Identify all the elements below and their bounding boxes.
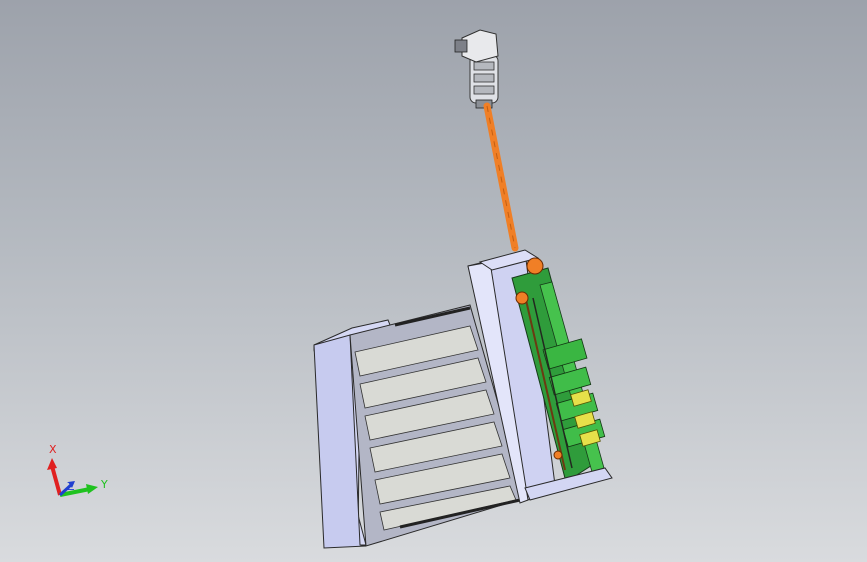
x-axis-icon [50, 465, 62, 496]
orientation-triad: X Y Z [47, 443, 108, 497]
z-axis-label: Z [67, 480, 75, 493]
x-axis-label: X [49, 443, 57, 456]
x-axis-arrow-icon [47, 458, 57, 470]
y-axis-arrow-icon [86, 484, 98, 494]
motor-assembly[interactable] [454, 29, 499, 109]
cad-model[interactable] [0, 0, 867, 562]
y-axis-label: Y [100, 478, 108, 491]
graphics-viewport[interactable]: X Y Z [0, 0, 867, 562]
drive-shaft[interactable] [483, 102, 519, 252]
